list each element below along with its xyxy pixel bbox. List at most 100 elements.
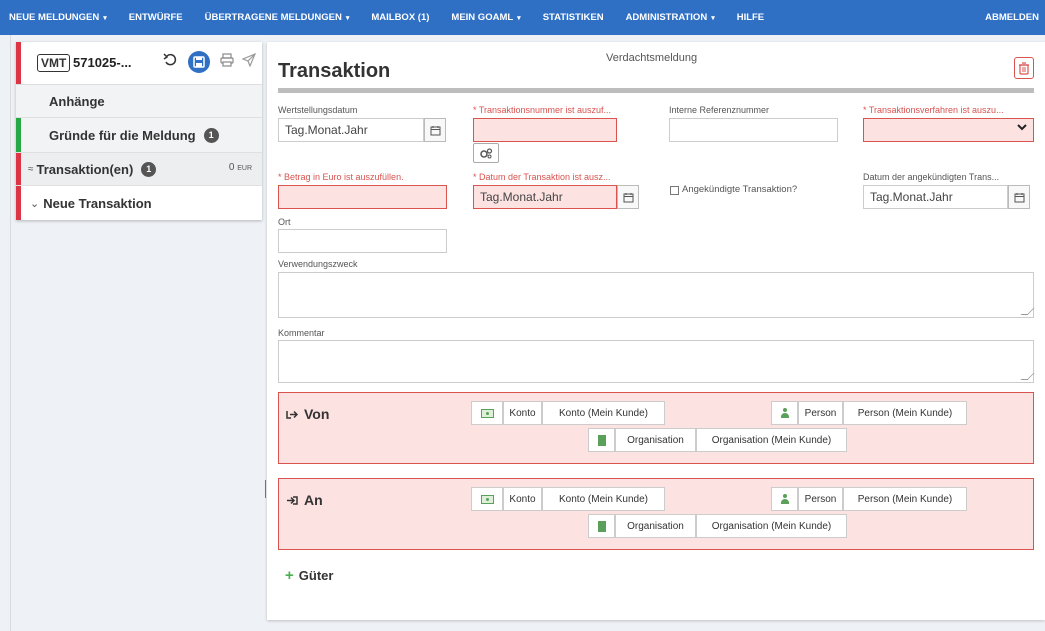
calendar-button[interactable] bbox=[424, 118, 446, 142]
location-label: Ort bbox=[278, 217, 291, 227]
chevron-down-icon bbox=[1017, 122, 1027, 134]
sidebar-item-label: Neue Transaktion bbox=[43, 195, 152, 211]
status-bar-red bbox=[16, 186, 21, 220]
from-organisation-kunde-button[interactable]: Organisation (Mein Kunde) bbox=[696, 428, 847, 452]
value-date-label: Wertstellungsdatum bbox=[278, 105, 358, 115]
nav-mailbox[interactable]: MAILBOX (1) bbox=[360, 12, 440, 23]
delete-button[interactable] bbox=[1014, 57, 1034, 79]
nav-label: ÜBERTRAGENE MELDUNGEN bbox=[204, 12, 342, 23]
sidebar-item-label: Transaktion(en) bbox=[36, 161, 134, 177]
value-date-input[interactable]: Tag.Monat.Jahr bbox=[278, 118, 424, 142]
to-konto-button[interactable]: Konto bbox=[503, 487, 542, 511]
report-header: VMT 571025-... bbox=[16, 42, 262, 85]
calendar-icon bbox=[1014, 192, 1024, 202]
nav-label: ENTWÜRFE bbox=[128, 12, 183, 23]
sidebar-item-label: Anhänge bbox=[49, 93, 105, 109]
amount-input[interactable] bbox=[278, 185, 447, 209]
sidebar-item-gruende[interactable]: Gründe für die Meldung 1 bbox=[16, 118, 262, 153]
chevron-down-icon: ⌄ bbox=[30, 197, 40, 210]
internal-reference-input[interactable] bbox=[669, 118, 838, 142]
comment-textarea[interactable] bbox=[278, 340, 1035, 383]
purpose-label: Verwendungszweck bbox=[278, 259, 358, 269]
nav-label: NEUE MELDUNGEN bbox=[9, 12, 100, 23]
nav-uebertragene-meldungen[interactable]: ÜBERTRAGENE MELDUNGEN ▾ bbox=[194, 12, 361, 23]
building-icon[interactable] bbox=[588, 514, 615, 538]
gears-icon bbox=[480, 147, 493, 158]
report-type-label: Verdachtsmeldung bbox=[606, 52, 698, 64]
location-input[interactable] bbox=[278, 229, 447, 253]
transaction-number-label: * Transaktionsnummer ist auszuf... bbox=[473, 105, 612, 115]
nav-entwuerfe[interactable]: ENTWÜRFE bbox=[118, 12, 194, 23]
add-goods-button[interactable]: + Güter bbox=[285, 567, 333, 584]
sign-out-icon bbox=[286, 410, 298, 419]
from-organisation-button[interactable]: Organisation bbox=[615, 428, 696, 452]
to-person-kunde-button[interactable]: Person (Mein Kunde) bbox=[843, 487, 967, 511]
transaction-number-input[interactable] bbox=[473, 118, 617, 142]
page-title: Transaktion bbox=[278, 60, 391, 82]
chevron-down-icon: ▾ bbox=[103, 15, 107, 22]
transaction-date-label: * Datum der Transaktion ist ausz... bbox=[473, 172, 611, 182]
nav-label: HILFE bbox=[736, 12, 765, 23]
transaction-method-label: * Transaktionsverfahren ist auszu... bbox=[863, 105, 1004, 115]
nav-label: STATISTIKEN bbox=[542, 12, 604, 23]
nav-administration[interactable]: ADMINISTRATION ▾ bbox=[615, 12, 726, 23]
expand-icon: ≈ bbox=[28, 163, 34, 175]
announced-transaction-label: Angekündigte Transaktion? bbox=[682, 184, 798, 195]
to-person-button[interactable]: Person bbox=[798, 487, 843, 511]
nav-neue-meldungen[interactable]: NEUE MELDUNGEN ▾ bbox=[0, 12, 118, 23]
comment-label: Kommentar bbox=[278, 328, 325, 338]
undo-icon[interactable] bbox=[163, 53, 177, 70]
nav-mein-goaml[interactable]: MEIN GOAML ▾ bbox=[440, 12, 531, 23]
party-from-title: Von bbox=[286, 406, 329, 422]
building-icon[interactable] bbox=[588, 428, 615, 452]
money-icon[interactable] bbox=[471, 401, 503, 425]
sidebar-item-transaktionen[interactable]: ≈ Transaktion(en) 1 0 EUR bbox=[16, 153, 262, 186]
nav-label: MAILBOX (1) bbox=[371, 12, 430, 23]
calendar-button[interactable] bbox=[1008, 185, 1030, 209]
chevron-down-icon: ▾ bbox=[711, 15, 715, 22]
person-icon[interactable] bbox=[771, 487, 798, 511]
sidebar-item-anhaenge[interactable]: Anhänge bbox=[16, 85, 262, 118]
chevron-down-icon: ▾ bbox=[517, 15, 521, 22]
count-badge: 1 bbox=[141, 161, 157, 177]
sidebar-panel: VMT 571025-... Anhänge Gründe für die Me… bbox=[16, 42, 262, 220]
amount-value: 0 bbox=[228, 162, 235, 173]
sidebar-item-label: Gründe für die Meldung bbox=[49, 127, 196, 143]
person-icon[interactable] bbox=[771, 401, 798, 425]
status-bar-green bbox=[16, 118, 21, 152]
trash-icon bbox=[1019, 61, 1029, 75]
to-organisation-kunde-button[interactable]: Organisation (Mein Kunde) bbox=[696, 514, 847, 538]
transaction-method-select[interactable] bbox=[863, 118, 1034, 142]
transaction-date-input[interactable]: Tag.Monat.Jahr bbox=[473, 185, 617, 209]
send-icon[interactable] bbox=[241, 52, 257, 70]
resize-grip[interactable] bbox=[1020, 373, 1035, 380]
announced-date-label: Datum der angekündigten Trans... bbox=[863, 172, 1000, 182]
purpose-textarea[interactable] bbox=[278, 272, 1035, 318]
nav-statistiken[interactable]: STATISTIKEN bbox=[532, 12, 615, 23]
to-konto-kunde-button[interactable]: Konto (Mein Kunde) bbox=[542, 487, 665, 511]
resize-grip[interactable] bbox=[1020, 308, 1035, 315]
money-icon[interactable] bbox=[471, 487, 503, 511]
from-person-button[interactable]: Person bbox=[798, 401, 843, 425]
save-icon[interactable] bbox=[188, 51, 210, 73]
from-konto-button[interactable]: Konto bbox=[503, 401, 542, 425]
nav-hilfe[interactable]: HILFE bbox=[726, 12, 775, 23]
count-badge: 1 bbox=[203, 127, 219, 143]
amount-label: * Betrag in Euro ist auszufüllen. bbox=[278, 172, 404, 182]
top-navigation: NEUE MELDUNGEN ▾ ENTWÜRFE ÜBERTRAGENE MEL… bbox=[0, 0, 1045, 35]
nav-label: MEIN GOAML bbox=[451, 12, 514, 23]
announced-date-input[interactable]: Tag.Monat.Jahr bbox=[863, 185, 1008, 209]
amount-display: 0 EUR bbox=[229, 162, 252, 173]
from-konto-kunde-button[interactable]: Konto (Mein Kunde) bbox=[542, 401, 665, 425]
to-organisation-button[interactable]: Organisation bbox=[615, 514, 696, 538]
announced-transaction-checkbox[interactable] bbox=[670, 186, 679, 195]
logout-link[interactable]: ABMELDEN bbox=[974, 12, 1045, 23]
internal-reference-label: Interne Referenznummer bbox=[669, 105, 770, 115]
from-person-kunde-button[interactable]: Person (Mein Kunde) bbox=[843, 401, 967, 425]
sidebar-item-neue-transaktion[interactable]: ⌄ Neue Transaktion bbox=[16, 186, 262, 220]
party-title-text: Von bbox=[304, 406, 330, 422]
print-icon[interactable] bbox=[220, 53, 234, 70]
calendar-button[interactable] bbox=[617, 185, 639, 209]
party-title-text: An bbox=[304, 492, 323, 508]
generate-number-button[interactable] bbox=[473, 143, 499, 163]
